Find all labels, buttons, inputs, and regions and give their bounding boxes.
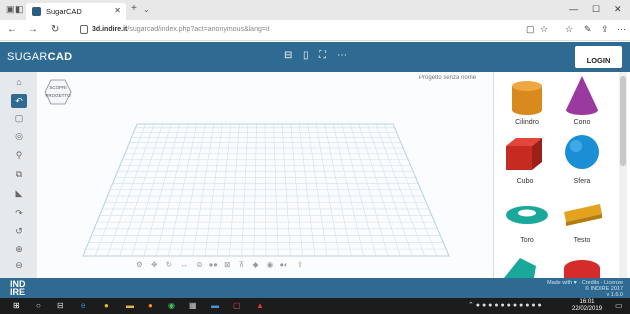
layers-icon[interactable]: ⧉	[11, 167, 27, 181]
url-domain: 3d.indire.it	[92, 26, 128, 33]
app-footer	[0, 278, 630, 298]
tab-preview-icon[interactable]: ◧	[15, 4, 24, 15]
cylinder-shape[interactable]	[512, 81, 542, 115]
shape-label-sphere: Sfera	[573, 178, 591, 185]
notifications-icon[interactable]: ▭	[615, 301, 623, 310]
photos-icon[interactable]: ▬	[211, 301, 219, 310]
zoom-out-icon[interactable]: ⊖	[11, 258, 27, 272]
torus-shape[interactable]	[506, 206, 548, 224]
move-icon[interactable]: ✥	[151, 260, 157, 269]
new-file-icon[interactable]: ▯	[303, 50, 309, 61]
paint-icon[interactable]: ◆	[253, 260, 259, 269]
rotate-tool-icon[interactable]: ↻	[166, 260, 172, 269]
search-icon[interactable]: ○	[36, 301, 41, 310]
app-icon[interactable]: ▢	[233, 301, 241, 310]
hex-badge[interactable]	[44, 79, 72, 105]
task-view-icon[interactable]: ⊟	[57, 301, 64, 310]
share-icon[interactable]: ⇪	[601, 24, 609, 35]
tab-actions-icon[interactable]: ▣	[6, 4, 15, 15]
bottom-toolbar: ⚙ ✥ ↻ ↔ ⊜ ●● ⊠ ⊼ ◆ ◉ ●◐ ⇧	[136, 260, 303, 269]
refresh-icon[interactable]: ↻	[51, 24, 59, 35]
ruler-icon[interactable]: ◣	[11, 186, 27, 200]
shape-label-torus: Toro	[520, 237, 534, 244]
boolean-icon[interactable]: ●◐	[280, 260, 289, 269]
duplicate-icon[interactable]: ⊠	[224, 260, 230, 269]
pen-icon[interactable]: ✎	[584, 24, 592, 35]
camera-icon[interactable]: ◎	[11, 129, 27, 143]
hex-bottom-label: PROGETTO	[45, 93, 71, 98]
align-icon[interactable]: ⊼	[239, 260, 245, 269]
pin-icon[interactable]: ⚲	[11, 148, 27, 162]
back-icon[interactable]: ←	[7, 24, 17, 35]
group-icon[interactable]: ⊜	[196, 260, 202, 269]
merge-icon[interactable]: ●●	[209, 260, 218, 269]
tab-list-icon[interactable]: ⌄	[143, 5, 150, 14]
hex-top-label: SCOPRI	[49, 85, 66, 90]
shapes-scrollbar[interactable]	[619, 72, 627, 278]
rotate-icon[interactable]: ↺	[11, 224, 27, 238]
canvas-area[interactable]: SCOPRI PROGETTO	[37, 72, 493, 278]
sphere-shape[interactable]	[565, 135, 599, 169]
redo-icon[interactable]: ↷	[11, 206, 27, 220]
new-tab-icon[interactable]: +	[131, 3, 137, 14]
browser-tab[interactable]: SugarCAD ✕	[26, 3, 126, 20]
shape-label-text: Testo	[573, 237, 591, 244]
url-path: /sugarcad/index.php?act=anonymous&lang=i…	[127, 26, 270, 33]
more-icon[interactable]: ⋯	[617, 24, 626, 35]
undo-icon[interactable]: ↶	[11, 94, 27, 108]
whatsapp-icon[interactable]: ◉	[168, 301, 175, 310]
scale-icon[interactable]: ↔	[180, 260, 188, 269]
favorite-star-icon[interactable]: ☆	[540, 24, 548, 35]
text-shape[interactable]	[564, 204, 602, 226]
tab-title: SugarCAD	[46, 7, 82, 16]
footer-credits[interactable]: Made with ♥ · Credits · Licenze © INDIRE…	[545, 280, 623, 298]
shapes-panel: Cilindro Cono Cubo Sfera Toro Testo	[493, 72, 630, 278]
shape-label-cone: Cono	[573, 119, 591, 126]
favorites-icon[interactable]: ☆	[565, 24, 573, 35]
favicon-icon	[32, 7, 41, 16]
shape-label-cylinder: Cilindro	[515, 119, 539, 126]
close-tab-icon[interactable]: ✕	[114, 6, 121, 15]
calculator-icon[interactable]: ▦	[189, 301, 197, 310]
workplane-grid: SCOPRI PROGETTO	[44, 79, 450, 257]
info-icon	[80, 25, 88, 34]
close-window-icon[interactable]: ✕	[614, 4, 622, 15]
cube-shape[interactable]	[506, 138, 542, 170]
zoom-in-icon[interactable]: ⊕	[11, 242, 27, 256]
home-icon[interactable]: ⌂	[11, 75, 27, 89]
reading-view-icon[interactable]: ▢	[526, 24, 535, 35]
shape-label-cube: Cubo	[516, 178, 534, 185]
indire-logo: IND IRE	[10, 279, 26, 297]
pdf-icon[interactable]: ▲	[256, 301, 264, 310]
maximize-icon[interactable]: ☐	[592, 4, 600, 15]
save-icon[interactable]: ⊟	[284, 50, 292, 61]
firefox-icon[interactable]: ●	[148, 301, 153, 310]
project-name-input[interactable]	[415, 72, 491, 84]
address-bar-row: ← → ↻ 3d.indire.it/sugarcad/index.php?ac…	[0, 20, 630, 41]
windows-start-icon[interactable]: ⊞	[13, 301, 20, 310]
cone-shape[interactable]	[566, 76, 598, 115]
chrome-icon[interactable]: ●	[104, 301, 109, 310]
settings-icon[interactable]: ⚙	[136, 260, 143, 269]
system-tray-icons[interactable]: ⌃ ● ● ● ● ● ● ● ● ● ● ●	[468, 301, 542, 309]
shapes-svg	[504, 76, 602, 278]
app-header: SUGARCAD ⊟ ▯ ⛶ ⋯	[0, 42, 630, 72]
taskbar-clock[interactable]: 16:01 22/02/2019	[572, 299, 602, 312]
url-field[interactable]: 3d.indire.it/sugarcad/index.php?act=anon…	[80, 24, 525, 37]
hole-icon[interactable]: ◉	[267, 260, 274, 269]
minimize-icon[interactable]: —	[569, 4, 578, 14]
login-button[interactable]: LOGIN	[575, 46, 622, 68]
browser-tab-bar: ▣ ◧ SugarCAD ✕ + ⌄ — ☐ ✕	[0, 0, 630, 20]
edge-icon[interactable]: e	[81, 301, 85, 310]
fullscreen-icon[interactable]: ⛶	[319, 50, 326, 61]
file-explorer-icon[interactable]: ▬	[126, 301, 134, 310]
menu-more-icon[interactable]: ⋯	[337, 50, 347, 61]
export-icon[interactable]: ⇧	[297, 260, 303, 269]
forward-icon[interactable]: →	[28, 24, 38, 35]
select-icon[interactable]: ▢	[11, 111, 27, 125]
scrollbar-thumb[interactable]	[620, 76, 626, 166]
app-logo: SUGARCAD	[7, 51, 73, 63]
